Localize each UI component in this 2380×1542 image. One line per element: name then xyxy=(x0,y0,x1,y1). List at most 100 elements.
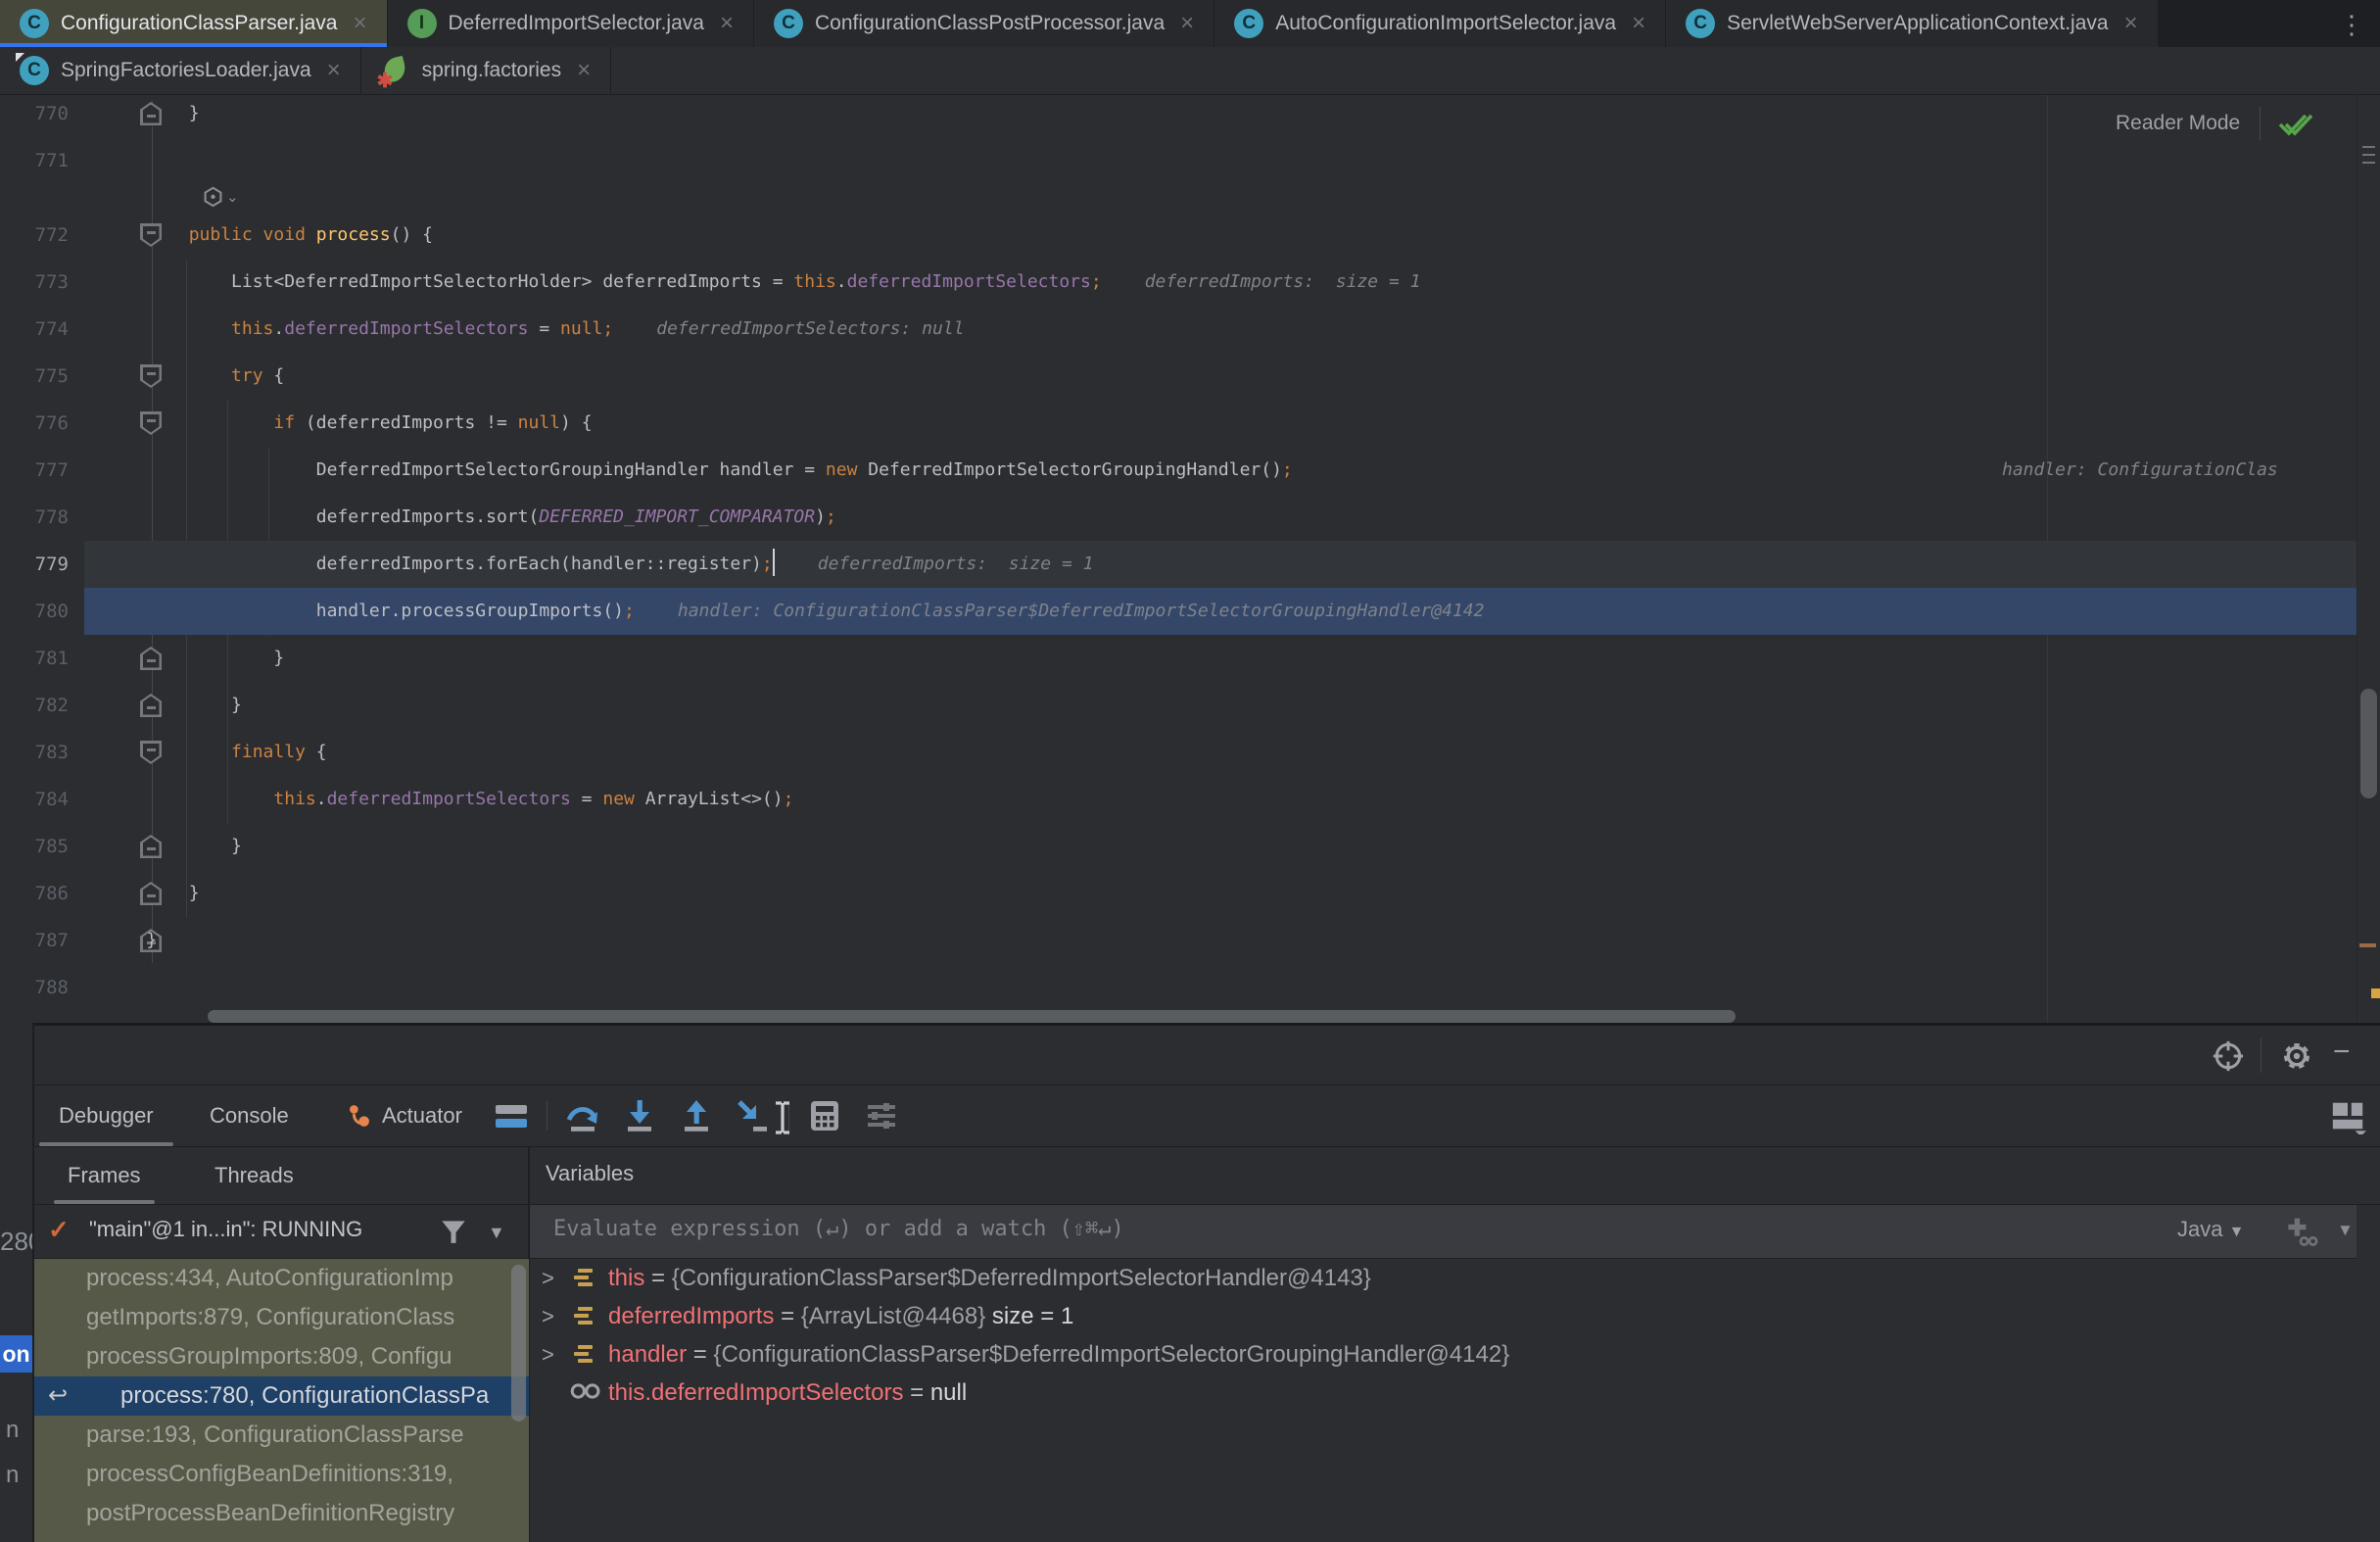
hide-icon[interactable]: − xyxy=(2333,1036,2351,1069)
file-tab[interactable]: ✱spring.factories× xyxy=(361,47,611,94)
expand-chevron-icon[interactable]: > xyxy=(542,1259,554,1297)
code-vision-icon[interactable]: ⌄ xyxy=(204,186,239,207)
line-number[interactable]: 782 xyxy=(0,682,69,729)
line-number[interactable]: 781 xyxy=(0,635,69,682)
code-line[interactable]: 780 handler.processGroupImports();handle… xyxy=(0,588,2380,635)
layout-icon[interactable] xyxy=(2329,1097,2366,1134)
code-line[interactable]: 778 deferredImports.sort(DEFERRED_IMPORT… xyxy=(0,494,2380,541)
stack-frame-row[interactable]: postProcessBeanDefinitionRegistry xyxy=(32,1494,529,1533)
debugger-tab-console[interactable]: Console xyxy=(210,1085,289,1146)
line-number[interactable]: 777 xyxy=(0,447,69,494)
code-line[interactable]: 775 try { xyxy=(0,353,2380,400)
line-number[interactable]: 778 xyxy=(0,494,69,541)
file-tab[interactable]: CConfigurationClassPostProcessor.java× xyxy=(754,0,1214,47)
debugger-tab-actuator[interactable]: Actuator xyxy=(345,1085,462,1146)
line-number[interactable]: 774 xyxy=(0,306,69,353)
code-line[interactable]: 782 } xyxy=(0,682,2380,729)
thread-selector[interactable]: ✓ "main"@1 in...in": RUNNING ▼ xyxy=(32,1205,529,1259)
horizontal-scrollbar[interactable] xyxy=(208,1010,1736,1023)
layout-settings-icon[interactable] xyxy=(860,1094,903,1137)
close-icon[interactable]: × xyxy=(2124,12,2138,35)
file-tab[interactable]: CSpringFactoriesLoader.java× xyxy=(0,47,361,94)
stripe-warning-mark[interactable] xyxy=(2371,988,2380,998)
stack-frame-row[interactable]: invokeBeanDefinitionRegistryPostP xyxy=(32,1533,529,1542)
line-number[interactable]: 784 xyxy=(0,776,69,823)
close-icon[interactable]: × xyxy=(1632,12,1645,35)
view-options-icon[interactable] xyxy=(490,1094,533,1137)
frames-list[interactable]: process:434, AutoConfigurationImpgetImpo… xyxy=(32,1259,529,1542)
line-number[interactable]: 785 xyxy=(0,823,69,870)
line-number[interactable]: 789 xyxy=(0,1011,69,1023)
code-line[interactable]: 779 deferredImports.forEach(handler::reg… xyxy=(0,541,2380,588)
close-icon[interactable]: × xyxy=(1180,12,1194,35)
code-line[interactable]: 784 this.deferredImportSelectors = new A… xyxy=(0,776,2380,823)
code-vision-inlay[interactable]: ⌄ xyxy=(0,184,2380,212)
evaluate-expression-bar[interactable]: Evaluate expression (↵) or add a watch (… xyxy=(530,1205,2356,1259)
line-number[interactable]: 776 xyxy=(0,400,69,447)
crosshair-icon[interactable] xyxy=(2212,1039,2245,1073)
file-tab[interactable]: CConfigurationClassParser.java× xyxy=(0,0,388,47)
code-line[interactable]: 773 List<DeferredImportSelectorHolder> d… xyxy=(0,259,2380,306)
expand-chevron-icon[interactable]: > xyxy=(542,1297,554,1335)
line-number[interactable]: 780 xyxy=(0,588,69,635)
variable-row[interactable]: this.deferredImportSelectors = null xyxy=(530,1373,2380,1412)
code-line[interactable]: 788 xyxy=(0,964,2380,1011)
close-icon[interactable]: × xyxy=(353,12,366,35)
stack-frame-row[interactable]: ↩process:780, ConfigurationClassPa xyxy=(32,1376,529,1416)
code-line[interactable]: 781 } xyxy=(0,635,2380,682)
variable-row[interactable]: >handler = {ConfigurationClassParser$Def… xyxy=(530,1335,2380,1373)
add-watch-icon[interactable] xyxy=(2283,1215,2318,1250)
line-number[interactable]: 786 xyxy=(0,870,69,917)
code-line[interactable]: 787 } xyxy=(0,917,2380,964)
stack-frame-row[interactable]: parse:193, ConfigurationClassParse xyxy=(32,1416,529,1455)
code-line[interactable]: 771 xyxy=(0,137,2380,184)
tab-frames[interactable]: Frames xyxy=(68,1147,141,1204)
line-number[interactable]: 788 xyxy=(0,964,69,1011)
stripe-mark[interactable] xyxy=(2362,162,2375,164)
code-line[interactable]: 770 } xyxy=(0,95,2380,137)
variables-tree[interactable]: >this = {ConfigurationClassParser$Deferr… xyxy=(530,1259,2380,1542)
reader-mode-widget[interactable]: Reader Mode xyxy=(2116,107,2315,140)
line-number[interactable]: 773 xyxy=(0,259,69,306)
variable-row[interactable]: >this = {ConfigurationClassParser$Deferr… xyxy=(530,1259,2380,1297)
gear-icon[interactable] xyxy=(2280,1039,2313,1073)
error-stripe[interactable] xyxy=(2356,95,2380,1023)
expand-icon[interactable]: ▼ xyxy=(2337,1221,2354,1240)
run-to-cursor-icon[interactable] xyxy=(732,1094,775,1137)
file-tab[interactable]: CServletWebServerApplicationContext.java… xyxy=(1666,0,2159,47)
stripe-mark[interactable] xyxy=(2362,146,2375,148)
stack-frame-row[interactable]: processConfigBeanDefinitions:319, xyxy=(32,1455,529,1494)
stack-frame-row[interactable]: process:434, AutoConfigurationImp xyxy=(32,1259,529,1298)
stripe-change-mark[interactable] xyxy=(2359,943,2376,947)
file-tab[interactable]: IDeferredImportSelector.java× xyxy=(388,0,754,47)
frames-scrollbar-thumb[interactable] xyxy=(511,1265,526,1422)
tab-threads[interactable]: Threads xyxy=(214,1147,294,1204)
file-tab[interactable]: CAutoConfigurationImportSelector.java× xyxy=(1214,0,1666,47)
step-out-icon[interactable] xyxy=(675,1094,718,1137)
step-over-icon[interactable] xyxy=(561,1094,604,1137)
code-line[interactable]: 776 if (deferredImports != null) { xyxy=(0,400,2380,447)
code-line[interactable]: 774 this.deferredImportSelectors = null;… xyxy=(0,306,2380,353)
close-icon[interactable]: × xyxy=(327,59,341,82)
step-into-icon[interactable] xyxy=(618,1094,661,1137)
line-number[interactable]: 771 xyxy=(0,137,69,184)
code-line[interactable]: 786 } xyxy=(0,870,2380,917)
close-icon[interactable]: × xyxy=(577,59,591,82)
stripe-mark[interactable] xyxy=(2362,154,2375,156)
code-editor[interactable]: 770 }771⌄772 public void process() {773 … xyxy=(0,95,2380,1023)
evaluate-expression-icon[interactable] xyxy=(803,1094,846,1137)
line-number[interactable]: 779 xyxy=(0,541,69,588)
debugger-tab-debugger[interactable]: Debugger xyxy=(59,1085,154,1146)
code-line[interactable]: 777 DeferredImportSelectorGroupingHandle… xyxy=(0,447,2380,494)
language-selector[interactable]: Java ▼ xyxy=(2177,1217,2244,1242)
vertical-scrollbar-thumb[interactable] xyxy=(2360,689,2377,798)
variable-row[interactable]: >deferredImports = {ArrayList@4468} size… xyxy=(530,1297,2380,1335)
more-tabs-icon[interactable]: ⋮ xyxy=(2335,8,2368,41)
chevron-down-icon[interactable]: ▼ xyxy=(488,1223,505,1243)
tool-stripe-selected-fragment[interactable]: on xyxy=(0,1335,32,1373)
line-number[interactable]: 783 xyxy=(0,729,69,776)
code-line[interactable]: 783 finally { xyxy=(0,729,2380,776)
line-number[interactable]: 772 xyxy=(0,212,69,259)
filter-funnel-icon[interactable] xyxy=(439,1218,468,1247)
code-line[interactable]: 785 } xyxy=(0,823,2380,870)
